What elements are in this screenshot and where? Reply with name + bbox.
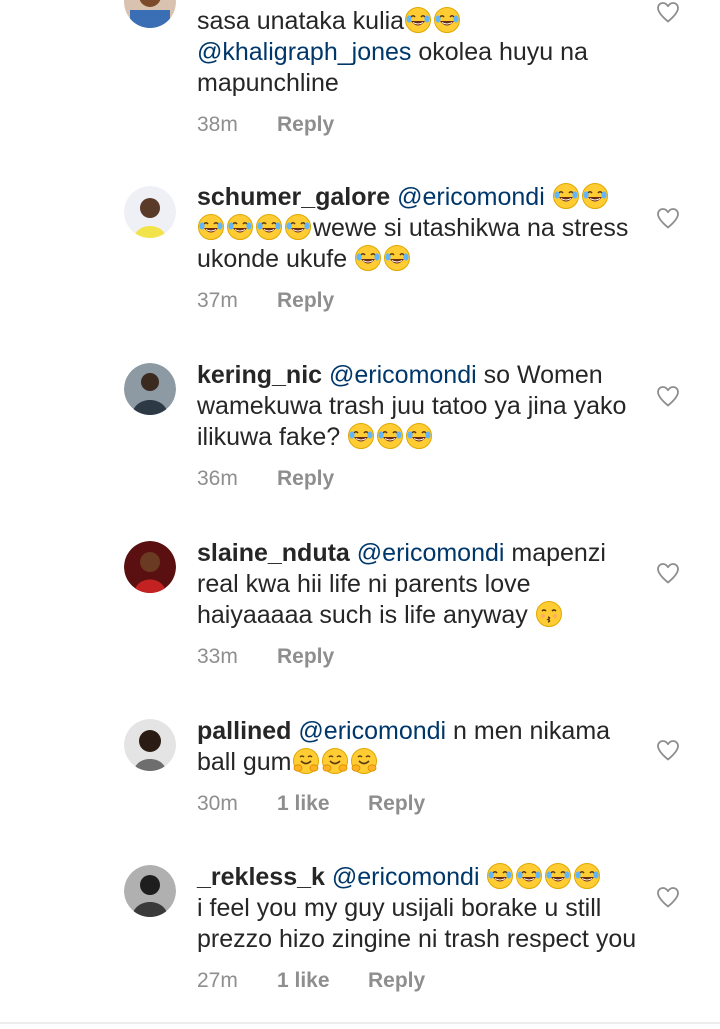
hugging-face-icon [321,748,348,774]
reply-button[interactable]: Reply [368,791,425,817]
face-with-tears-of-joy-icon [285,214,311,240]
comment-text: slaine_nduta @ericomondi mapenzi real kw… [197,538,637,631]
mention-link[interactable]: @khaligraph_jones [197,38,411,66]
reply-button[interactable]: Reply [277,466,334,492]
comment-username[interactable]: _rekless_k [197,863,325,891]
comment-text: schumer_galore @ericomondi wewe si utash… [197,182,637,275]
face-with-tears-of-joy-icon [348,423,375,449]
comment-meta: 36m Reply [197,466,637,492]
comment-text: _rekless_k @ericomondi i feel you my guy… [197,862,637,955]
mention-link[interactable]: @ericomondi [329,361,477,389]
mention-link[interactable]: @ericomondi [357,539,505,567]
comment-text: pallined @ericomondi n men nikama ball g… [197,716,637,778]
heart-outline-icon[interactable] [656,739,680,761]
face-with-tears-of-joy-icon [581,183,608,209]
comment-text: sasa unataka kulia @khaligraph_jones okol… [197,6,637,99]
avatar[interactable] [124,865,176,917]
face-with-tears-of-joy-icon [405,7,432,33]
heart-outline-icon[interactable] [656,1,680,23]
comment-time: 27m [197,969,238,992]
face-with-tears-of-joy-icon [198,214,224,240]
comment-time: 38m [197,113,238,136]
like-count[interactable]: 1 like [277,968,368,994]
comment-meta: 30m 1 like Reply [197,791,637,817]
comment-text: kering_nic @ericomondi so Women wamekuwa… [197,360,637,453]
comment-time: 30m [197,792,238,815]
like-count[interactable]: 1 like [277,791,368,817]
hugging-face-icon [292,748,319,774]
face-with-tears-of-joy-icon [545,863,572,889]
kissing-face-icon [535,601,562,627]
face-with-tears-of-joy-icon [355,245,382,271]
comment-body-text: sasa unataka kulia [197,7,405,35]
comment-username[interactable]: slaine_nduta [197,539,350,567]
face-with-tears-of-joy-icon [487,863,514,889]
comment-body-text: i feel you my guy usijali borake u still… [197,894,637,953]
face-with-tears-of-joy-icon [574,863,601,889]
hugging-face-icon [350,748,377,774]
comment-meta: 37m Reply [197,288,637,314]
heart-outline-icon[interactable] [656,562,680,584]
face-with-tears-of-joy-icon [516,863,543,889]
face-with-tears-of-joy-icon [434,7,461,33]
face-with-tears-of-joy-icon [256,214,282,240]
avatar[interactable] [124,541,176,593]
face-with-tears-of-joy-icon [406,423,433,449]
reply-button[interactable]: Reply [277,112,334,138]
comment-username[interactable]: pallined [197,717,291,745]
comment-meta: 27m 1 like Reply [197,968,637,994]
comment-body-text [545,183,552,211]
comment-time: 37m [197,289,238,312]
avatar[interactable] [124,719,176,771]
comment-username[interactable]: kering_nic [197,361,322,389]
face-with-tears-of-joy-icon [384,245,411,271]
reply-button[interactable]: Reply [277,644,334,670]
avatar[interactable] [124,186,176,238]
mention-link[interactable]: @ericomondi [332,863,480,891]
comment-time: 36m [197,467,238,490]
comment-time: 33m [197,645,238,668]
avatar[interactable] [124,0,176,28]
comment-meta: 33m Reply [197,644,637,670]
mention-link[interactable]: @ericomondi [397,183,545,211]
heart-outline-icon[interactable] [656,886,680,908]
heart-outline-icon[interactable] [656,385,680,407]
reply-button[interactable]: Reply [277,288,334,314]
divider [0,1022,720,1024]
comment-body-text [480,863,487,891]
heart-outline-icon[interactable] [656,207,680,229]
reply-button[interactable]: Reply [368,968,425,994]
mention-link[interactable]: @ericomondi [298,717,446,745]
comment-meta: 38m Reply [197,112,637,138]
face-with-tears-of-joy-icon [377,423,404,449]
face-with-tears-of-joy-icon [227,214,253,240]
comment-username[interactable]: schumer_galore [197,183,390,211]
avatar[interactable] [124,363,176,415]
face-with-tears-of-joy-icon [552,183,579,209]
